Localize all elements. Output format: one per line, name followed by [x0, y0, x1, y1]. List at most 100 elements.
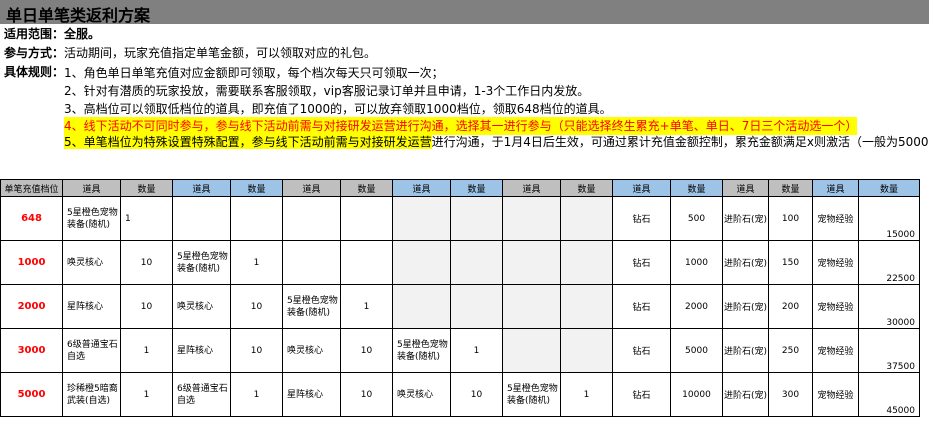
- scope-line: 适用范围：全服。: [4, 25, 100, 44]
- qty-cell: [450, 240, 503, 285]
- qty-cell: [340, 240, 393, 285]
- pet-exp-cell: 宠物经验: [812, 196, 859, 241]
- item-cell: 唤灵核心: [62, 240, 121, 285]
- rule-5-highlight: 5、单笔档位为特殊设置特殊配置，参与线下活动前需与对接研发运营: [64, 135, 432, 149]
- header-qty: 数量: [560, 179, 613, 197]
- item-cell: [502, 328, 561, 373]
- pet-exp-qty-cell: 22500: [858, 240, 920, 285]
- item-cell: [282, 240, 341, 285]
- qty-cell: 1: [560, 372, 613, 417]
- header-item: 道具: [62, 179, 121, 197]
- header-item: 道具: [282, 179, 341, 197]
- item-cell: [502, 284, 561, 329]
- qty-cell: 1: [450, 328, 503, 373]
- advance-stone-cell: 进阶石(宠): [722, 328, 769, 373]
- header-qty: 数量: [450, 179, 503, 197]
- item-cell: 5星橙色宠物装备(随机): [172, 240, 231, 285]
- advance-stone-cell: 进阶石(宠): [722, 240, 769, 285]
- item-cell: [172, 196, 231, 241]
- diamond-cell: 钻石: [612, 240, 671, 285]
- qty-cell: 10: [340, 328, 393, 373]
- table-header-row: 单笔充值档位 道具 数量 道具 数量 道具 数量 道具 数量 道具 数量 道具 …: [0, 179, 920, 197]
- pet-exp-qty-cell: 30000: [858, 284, 920, 329]
- advance-stone-qty-cell: 250: [768, 328, 813, 373]
- advance-stone-cell: 进阶石(宠): [722, 372, 769, 417]
- header-qty: 数量: [340, 179, 393, 197]
- rebate-table: 单笔充值档位 道具 数量 道具 数量 道具 数量 道具 数量 道具 数量 道具 …: [0, 179, 920, 417]
- qty-cell: 10: [340, 372, 393, 417]
- qty-cell: 10: [230, 284, 283, 329]
- header-item: 道具: [722, 179, 769, 197]
- advance-stone-cell: 进阶石(宠): [722, 284, 769, 329]
- item-cell: 5星橙色宠物装备(随机): [502, 372, 561, 417]
- advance-stone-qty-cell: 150: [768, 240, 813, 285]
- qty-cell: [450, 196, 503, 241]
- item-cell: [502, 240, 561, 285]
- diamond-cell: 钻石: [612, 196, 671, 241]
- qty-cell: 10: [230, 328, 283, 373]
- diamond-qty-cell: 1000: [670, 240, 723, 285]
- diamond-qty-cell: 5000: [670, 328, 723, 373]
- item-cell: 星阵核心: [172, 328, 231, 373]
- rules-label: 具体规则：: [4, 65, 65, 79]
- advance-stone-qty-cell: 300: [768, 372, 813, 417]
- header-item: 道具: [392, 179, 451, 197]
- table-row: 648 5星橙色宠物装备(随机) 1 钻石 500 进阶石(宠) 100 宠物经…: [0, 196, 920, 241]
- qty-cell: 1: [230, 240, 283, 285]
- table-row: 2000 星阵核心 10 唤灵核心 10 5星橙色宠物装备(随机) 1 钻石 2…: [0, 284, 920, 329]
- qty-cell: 1: [230, 372, 283, 417]
- title-bar: 单日单笔类返利方案: [0, 0, 929, 25]
- advance-stone-qty-cell: 200: [768, 284, 813, 329]
- item-cell: 6级普通宝石自选: [172, 372, 231, 417]
- header-item: 道具: [172, 179, 231, 197]
- tier-cell: 648: [0, 196, 63, 241]
- header-item: 道具: [502, 179, 561, 197]
- table-row: 5000 珍稀橙5暗裔武装(自选) 1 6级普通宝石自选 1 星阵核心 10 唤…: [0, 372, 920, 417]
- rule-5: 5、单笔档位为特殊设置特殊配置，参与线下活动前需与对接研发运营进行沟通，于1月4…: [64, 133, 929, 151]
- header-item: 道具: [812, 179, 859, 197]
- pet-exp-qty-cell: 37500: [858, 328, 920, 373]
- qty-cell: 1: [340, 284, 393, 329]
- table-row: 1000 唤灵核心 10 5星橙色宠物装备(随机) 1 钻石 1000 进阶石(…: [0, 240, 920, 285]
- page-title: 单日单笔类返利方案: [6, 6, 151, 25]
- pet-exp-cell: 宠物经验: [812, 372, 859, 417]
- pet-exp-cell: 宠物经验: [812, 328, 859, 373]
- method-label: 参与方式：: [4, 46, 65, 60]
- item-cell: [392, 240, 451, 285]
- qty-cell: [230, 196, 283, 241]
- diamond-cell: 钻石: [612, 372, 671, 417]
- item-cell: 5星橙色宠物装备(随机): [282, 284, 341, 329]
- advance-stone-qty-cell: 100: [768, 196, 813, 241]
- qty-cell: 1: [120, 328, 173, 373]
- diamond-qty-cell: 2000: [670, 284, 723, 329]
- rule-1: 1、角色单日单笔充值对应金额即可领取，每个档次每天只可领取一次；: [64, 66, 444, 80]
- header-tier: 单笔充值档位: [0, 179, 63, 197]
- item-cell: [502, 196, 561, 241]
- diamond-cell: 钻石: [612, 328, 671, 373]
- item-cell: 唤灵核心: [282, 328, 341, 373]
- advance-stone-cell: 进阶石(宠): [722, 196, 769, 241]
- qty-cell: 10: [120, 284, 173, 329]
- qty-cell: 10: [450, 372, 503, 417]
- item-cell: 唤灵核心: [172, 284, 231, 329]
- tier-cell: 3000: [0, 328, 63, 373]
- item-cell: [392, 196, 451, 241]
- qty-cell: [560, 196, 613, 241]
- qty-cell: 1: [120, 196, 173, 241]
- tier-cell: 5000: [0, 372, 63, 417]
- item-cell: 星阵核心: [62, 284, 121, 329]
- item-cell: 唤灵核心: [392, 372, 451, 417]
- rule-2: 2、针对有潜质的玩家投放，需要联系客服领取，vip客服记录订单并且申请，1-3个…: [64, 84, 590, 98]
- qty-cell: [560, 240, 613, 285]
- rule-5-rest: 进行沟通，于1月4日后生效，可通过累计充值金额控制，累充金额满足x则激活（一般为…: [431, 135, 929, 149]
- method-value: 活动期间，玩家充值指定单笔金额，可以领取对应的礼包。: [64, 46, 377, 60]
- header-qty: 数量: [120, 179, 173, 197]
- pet-exp-qty-cell: 15000: [858, 196, 920, 241]
- header-qty: 数量: [768, 179, 813, 197]
- qty-cell: [340, 196, 393, 241]
- pet-exp-cell: 宠物经验: [812, 284, 859, 329]
- item-cell: 5星橙色宠物装备(随机): [392, 328, 451, 373]
- method-line: 参与方式：活动期间，玩家充值指定单笔金额，可以领取对应的礼包。: [4, 44, 376, 63]
- pet-exp-cell: 宠物经验: [812, 240, 859, 285]
- scope-label: 适用范围：: [4, 27, 65, 41]
